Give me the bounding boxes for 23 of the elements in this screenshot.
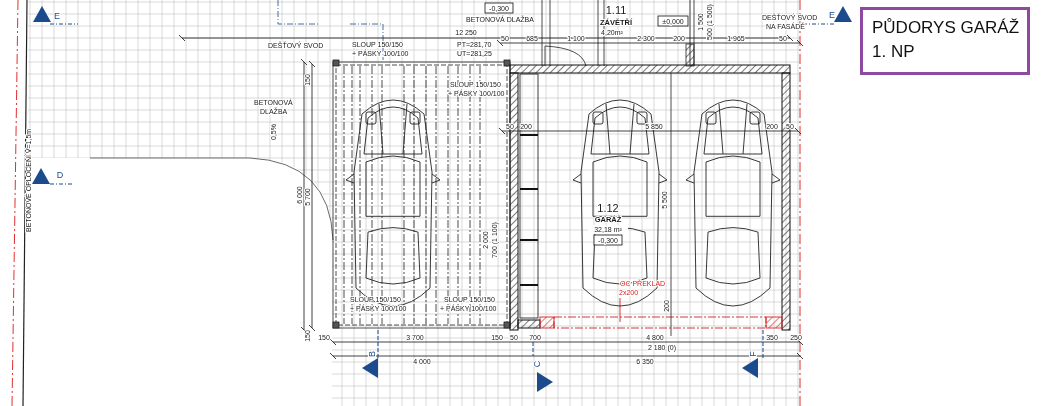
section-line xyxy=(49,183,75,185)
section-marker-icon xyxy=(834,6,852,22)
drawing-title: PŮDORYS GARÁŽ xyxy=(872,17,1020,39)
section-label: F xyxy=(748,351,758,357)
drawing-title: 1. NP xyxy=(872,41,915,63)
room-number: 1.12 xyxy=(597,202,619,214)
section-line xyxy=(762,329,764,359)
section-line xyxy=(377,329,379,359)
section-marker-icon xyxy=(32,168,50,184)
level-tag xyxy=(657,15,689,27)
section-label: E xyxy=(829,10,835,20)
section-marker-icon xyxy=(742,358,758,378)
level-tag xyxy=(484,2,514,14)
section-marker-icon xyxy=(33,6,51,22)
section-label: B xyxy=(367,351,377,357)
section-marker-icon xyxy=(362,358,378,378)
section-label: E xyxy=(54,11,60,21)
section-line xyxy=(49,23,79,25)
section-label: D xyxy=(56,170,64,180)
section-label: C xyxy=(532,360,542,368)
section-line xyxy=(532,341,534,357)
section-marker-icon xyxy=(537,372,553,392)
room-number: 1.11 xyxy=(605,4,627,16)
